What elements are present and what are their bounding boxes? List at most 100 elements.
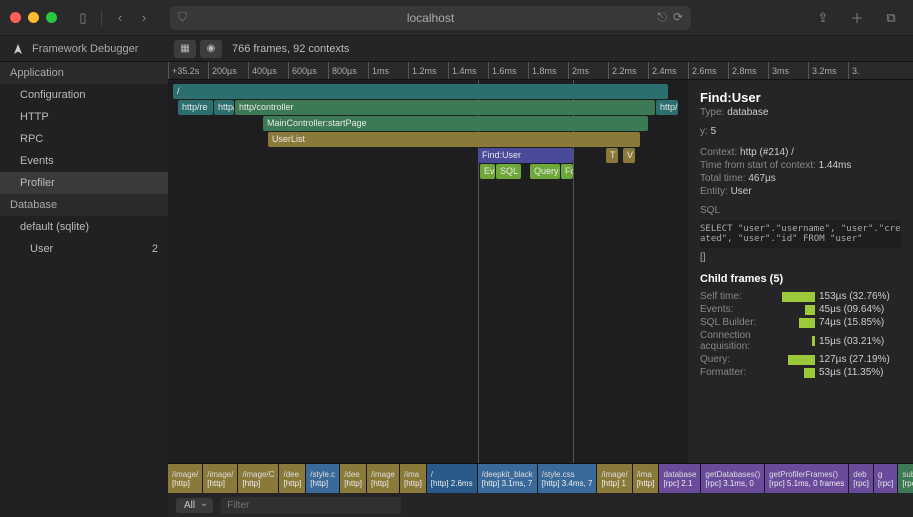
url-text: localhost xyxy=(407,11,454,25)
traffic-lights xyxy=(10,12,57,23)
sql-label: SQL xyxy=(700,205,901,216)
context-cell[interactable]: subscribe[rpc] 1.1 xyxy=(898,464,913,493)
detail-panel: Find:User Type: database y: 5 Context: h… xyxy=(688,80,913,463)
sidebar-item-rpc[interactable]: RPC xyxy=(0,128,168,150)
ruler-tick: 2ms xyxy=(568,62,589,80)
context-cell[interactable]: /dee[http] xyxy=(340,464,367,493)
shield-icon: ⛉ xyxy=(178,10,187,25)
context-cell[interactable]: /ima[http] xyxy=(633,464,660,493)
frame-maincontroller[interactable]: MainController:startPage xyxy=(263,116,648,131)
frame-userlist[interactable]: UserList xyxy=(268,132,640,147)
ruler-tick: +35.2s xyxy=(168,62,199,80)
translate-icon[interactable]: ⎋ xyxy=(657,10,667,25)
sidebar-item-profiler[interactable]: Profiler xyxy=(0,172,168,194)
filter-bar: All xyxy=(168,493,913,517)
ruler-tick: 800µs xyxy=(328,62,357,80)
frame-controller[interactable]: http/controller xyxy=(235,100,655,115)
detail-title: Find:User xyxy=(700,90,901,105)
child-frame-row: SQL Builder:74µs (15.85%) xyxy=(700,317,901,328)
sidebar-item-http[interactable]: HTTP xyxy=(0,106,168,128)
frame-t[interactable]: T xyxy=(606,148,618,163)
maximize-window[interactable] xyxy=(46,12,57,23)
ruler-tick: 1.4ms xyxy=(448,62,477,80)
filter-input[interactable] xyxy=(221,497,401,514)
context-cell[interactable]: g[rpc] xyxy=(874,464,899,493)
ruler-tick: 3.2ms xyxy=(808,62,837,80)
context-cell[interactable]: database[rpc] 2.1 xyxy=(659,464,701,493)
flame-timeline[interactable]: / http/re http/ http/controller http/ Ma… xyxy=(168,80,688,463)
ruler-tick: 1.2ms xyxy=(408,62,437,80)
ruler-tick: 600µs xyxy=(288,62,317,80)
ruler-tick: 400µs xyxy=(248,62,277,80)
time-ruler[interactable]: +35.2s200µs400µs600µs800µs1ms1.2ms1.4ms1… xyxy=(168,62,913,80)
tabs-overview-icon[interactable]: ⧉ xyxy=(879,7,903,29)
ruler-tick: 1.8ms xyxy=(528,62,557,80)
child-frames-list: Self time:153µs (32.76%)Events:45µs (09.… xyxy=(700,291,901,378)
context-cell[interactable]: /deepkit_black[http] 3.1ms, 7 xyxy=(478,464,538,493)
filter-select[interactable]: All xyxy=(176,498,213,513)
frame-sql[interactable]: SQL xyxy=(496,164,521,179)
context-cell[interactable]: /dee[http] xyxy=(279,464,306,493)
sidebar: Application Configuration HTTP RPC Event… xyxy=(0,62,168,517)
share-icon[interactable]: ⇪ xyxy=(811,7,835,29)
sql-text: SELECT "user"."username", "user"."create… xyxy=(700,220,901,248)
sidebar-item-db-default[interactable]: default (sqlite) xyxy=(0,216,168,238)
sidebar-item-configuration[interactable]: Configuration xyxy=(0,84,168,106)
ruler-tick: 2.6ms xyxy=(688,62,717,80)
frame-root[interactable]: / xyxy=(173,84,668,99)
ruler-tick: 1.6ms xyxy=(488,62,517,80)
view-mode-snapshot-icon[interactable]: ◉ xyxy=(200,40,222,58)
child-frame-row: Events:45µs (09.64%) xyxy=(700,304,901,315)
context-cell[interactable]: /style.css[http] 3.4ms, 7 xyxy=(538,464,598,493)
context-cell[interactable]: /ima[http] xyxy=(400,464,427,493)
child-frame-row: Formatter:53µs (11.35%) xyxy=(700,367,901,378)
nav-back-icon[interactable]: ‹ xyxy=(108,7,132,29)
brand-label: Framework Debugger xyxy=(32,43,138,55)
ruler-tick: 2.2ms xyxy=(608,62,637,80)
context-cell[interactable]: /image/[http] xyxy=(168,464,203,493)
ruler-tick: 2.4ms xyxy=(648,62,677,80)
context-cell[interactable]: getProfilerFrames()[rpc] 5.1ms, 0 frames xyxy=(765,464,849,493)
window-titlebar: ▯ ‹ › ⛉ localhost ⎋ ⟳ ⇪ ＋ ⧉ xyxy=(0,0,913,36)
frame-count-label: 766 frames, 92 contexts xyxy=(232,43,349,55)
context-cell[interactable]: /image/C[http] xyxy=(238,464,279,493)
frame-query[interactable]: Query xyxy=(530,164,560,179)
frame-v[interactable]: V xyxy=(623,148,635,163)
nav-forward-icon[interactable]: › xyxy=(132,7,156,29)
ruler-tick: 2.8ms xyxy=(728,62,757,80)
frame-events[interactable]: Ev xyxy=(480,164,495,179)
context-cell[interactable]: /style.c[http] xyxy=(306,464,340,493)
close-window[interactable] xyxy=(10,12,21,23)
sidebar-item-badge: 2 xyxy=(152,243,158,255)
context-cell[interactable]: /image[http] xyxy=(367,464,400,493)
sidebar-item-db-user[interactable]: User 2 xyxy=(0,238,168,260)
ruler-tick: 200µs xyxy=(208,62,237,80)
sidebar-toggle-icon[interactable]: ▯ xyxy=(71,7,95,29)
app-header: Framework Debugger ▦ ◉ 766 frames, 92 co… xyxy=(0,36,913,62)
minimize-window[interactable] xyxy=(28,12,39,23)
context-cell[interactable]: deb[rpc] xyxy=(849,464,874,493)
reload-icon[interactable]: ⟳ xyxy=(673,10,683,25)
context-cell[interactable]: /[http] 2.6ms xyxy=(427,464,478,493)
child-frame-row: Connection acquisition:15µs (03.21%) xyxy=(700,330,901,352)
context-strip[interactable]: /image/[http]/image/[http]/image/C[http]… xyxy=(168,463,913,493)
new-tab-icon[interactable]: ＋ xyxy=(845,7,869,29)
brand-logo-icon xyxy=(12,43,24,55)
context-cell[interactable]: /image/[http] xyxy=(203,464,238,493)
ruler-tick: 3. xyxy=(848,62,860,80)
ruler-tick: 3ms xyxy=(768,62,789,80)
children-title: Child frames (5) xyxy=(700,273,901,285)
child-frame-row: Query:127µs (27.19%) xyxy=(700,354,901,365)
frame-find-user[interactable]: Find:User xyxy=(478,148,573,163)
sidebar-cat-database: Database xyxy=(0,194,168,216)
frame-http[interactable]: http/ xyxy=(214,100,234,115)
url-bar[interactable]: ⛉ localhost ⎋ ⟳ xyxy=(170,6,691,30)
frame-http-req[interactable]: http/re xyxy=(178,100,213,115)
frame-http-tail[interactable]: http/ xyxy=(656,100,678,115)
context-cell[interactable]: /image/[http] 1 xyxy=(597,464,632,493)
sidebar-item-events[interactable]: Events xyxy=(0,150,168,172)
view-mode-frames-icon[interactable]: ▦ xyxy=(174,40,196,58)
frame-formatter[interactable]: Fo xyxy=(561,164,573,179)
context-cell[interactable]: getDatabases()[rpc] 3.1ms, 0 xyxy=(701,464,765,493)
sql-params: [] xyxy=(700,252,901,263)
